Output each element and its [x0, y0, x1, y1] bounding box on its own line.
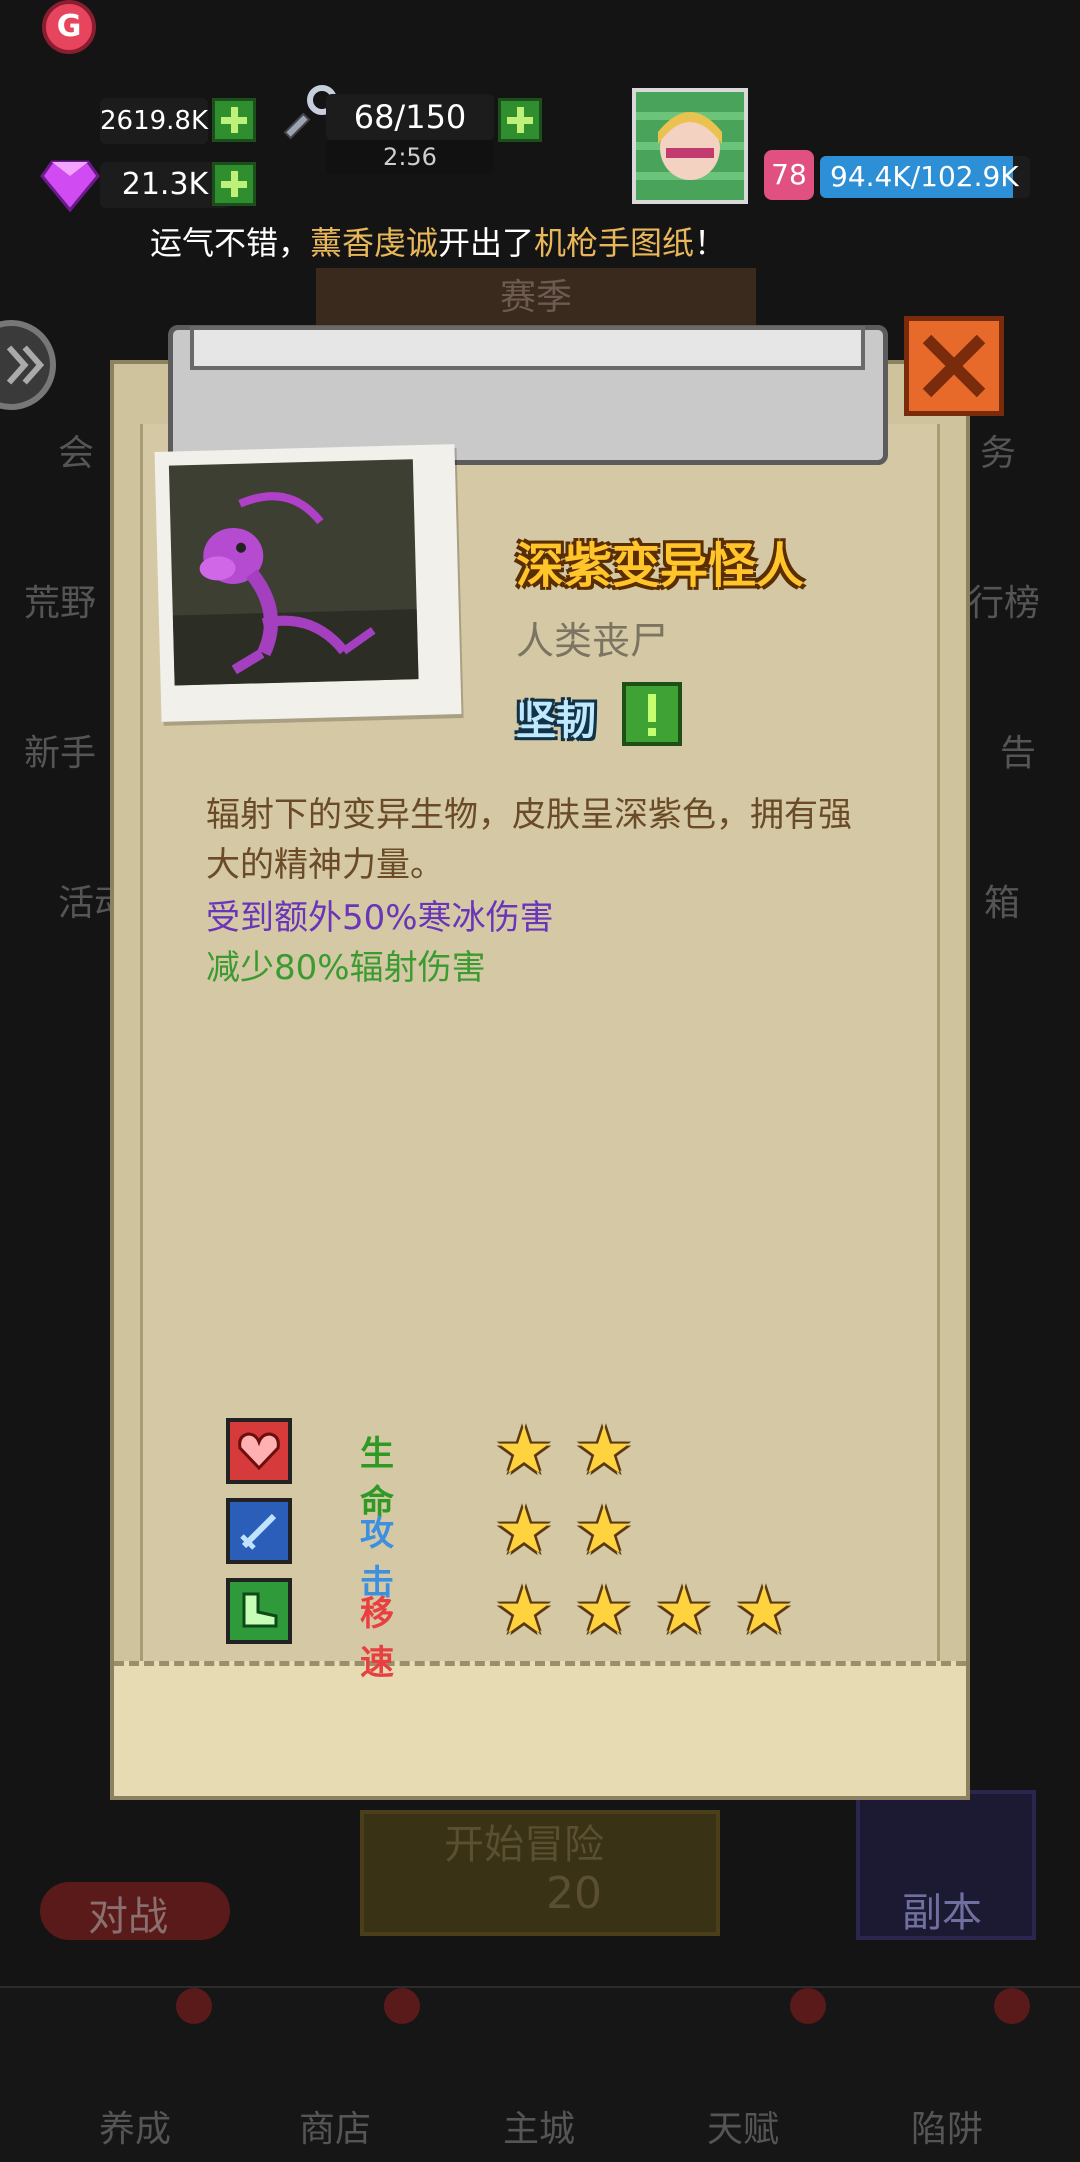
energy-timer: 2:56	[326, 140, 494, 174]
star-icon: ★	[574, 1412, 634, 1489]
boot-icon	[226, 1578, 292, 1644]
broadcast-ticker: 运气不错，薰香虔诚开出了机枪手图纸！	[150, 218, 726, 264]
dungeon-label: 副本	[902, 1890, 982, 1936]
energy-amount: 68/150	[326, 94, 494, 140]
nav-item-talent[interactable]: 天赋	[678, 2100, 808, 2152]
stat-stars-hp: ★ ★	[490, 1418, 638, 1484]
bg-left-label-2: 荒野	[24, 583, 97, 624]
star-icon: ★	[654, 1572, 714, 1649]
stat-label-speed: 移速	[360, 1594, 394, 1683]
star-icon: ★	[494, 1572, 554, 1649]
bg-right-label-2: 行榜	[968, 583, 1041, 624]
battle-button[interactable]: 对战	[40, 1840, 230, 1940]
battle-label: 对战	[88, 1894, 168, 1940]
dungeon-button[interactable]: 副本	[856, 1790, 1036, 1940]
effect-resistance: 减少80%辐射伤害	[206, 948, 486, 988]
bottom-nav: 养成 商店 主城 天赋 陷阱	[0, 1986, 1080, 2162]
nav-item-city[interactable]: 主城	[474, 2100, 604, 2152]
star-icon: ★	[494, 1492, 554, 1569]
start-cost: 20	[546, 1868, 602, 1919]
star-icon: ★	[574, 1492, 634, 1569]
bg-right-label-4: 箱	[984, 883, 1021, 924]
gem-amount: 21.3K	[100, 162, 230, 208]
close-icon	[922, 334, 986, 398]
season-label: 赛季	[499, 277, 572, 318]
bg-right-label-1: 务	[980, 433, 1017, 474]
star-icon: ★	[734, 1572, 794, 1649]
star-icon: ★	[574, 1572, 634, 1649]
gold-amount: 2619.8K	[100, 98, 208, 144]
monster-name: 深紫变异怪人	[516, 538, 805, 594]
ticker-item: 机枪手图纸	[534, 224, 695, 262]
nav-item-shop[interactable]: 商店	[270, 2100, 400, 2152]
monster-description: 辐射下的变异生物，皮肤呈深紫色，拥有强大的精神力量。	[206, 795, 852, 885]
effect-weakness: 受到额外50%寒冰伤害	[206, 898, 554, 938]
xp-text: 94.4K/102.9K	[830, 160, 1019, 193]
season-banner: 赛季	[316, 268, 756, 328]
add-gold-button[interactable]	[212, 98, 256, 142]
clipboard-clip-top	[190, 326, 865, 370]
start-adventure-label: 开始冒险	[444, 1822, 604, 1868]
mutant-monster-icon	[172, 492, 419, 686]
gold-coin-icon: G	[42, 0, 96, 54]
stat-stars-attack: ★ ★	[490, 1498, 638, 1564]
nav-notify-dot	[994, 1988, 1030, 2024]
close-button[interactable]	[904, 316, 1004, 416]
nav-notify-dot	[176, 1988, 212, 2024]
nav-item-trap[interactable]: 陷阱	[882, 2100, 1012, 2152]
expand-side-button[interactable]	[0, 320, 56, 410]
monster-type: 人类丧尸	[516, 619, 669, 663]
monster-photo	[154, 444, 462, 722]
stat-stars-speed: ★ ★ ★ ★	[490, 1578, 798, 1644]
paper-bottom	[114, 1661, 966, 1796]
ticker-player: 薰香虔诚	[310, 224, 439, 262]
ticker-prefix: 运气不错，	[150, 224, 311, 262]
ticker-middle: 开出了	[438, 224, 535, 262]
nav-notify-dot	[384, 1988, 420, 2024]
level-badge: 78	[764, 150, 814, 200]
add-gems-button[interactable]	[212, 162, 256, 206]
double-chevron-icon	[6, 345, 45, 385]
gem-icon	[40, 160, 100, 212]
bg-right-label-3: 告	[1000, 733, 1037, 774]
heart-icon	[226, 1418, 292, 1484]
monster-trait: 坚韧	[516, 698, 596, 744]
star-icon: ★	[494, 1412, 554, 1489]
monster-image	[168, 459, 419, 686]
exclamation-icon[interactable]	[622, 682, 682, 746]
add-energy-button[interactable]	[498, 98, 542, 142]
bg-left-label-1: 会	[58, 433, 95, 474]
ticker-suffix: ！	[694, 224, 727, 262]
avatar[interactable]	[632, 88, 748, 204]
bg-left-label-3: 新手	[24, 733, 97, 774]
sword-icon	[226, 1498, 292, 1564]
start-adventure-button[interactable]: 开始冒险 20	[360, 1810, 720, 1936]
player-portrait-icon	[636, 92, 744, 200]
nav-item-train[interactable]: 养成	[70, 2100, 200, 2152]
xp-bar: 94.4K/102.9K	[820, 156, 1030, 198]
nav-notify-dot	[790, 1988, 826, 2024]
